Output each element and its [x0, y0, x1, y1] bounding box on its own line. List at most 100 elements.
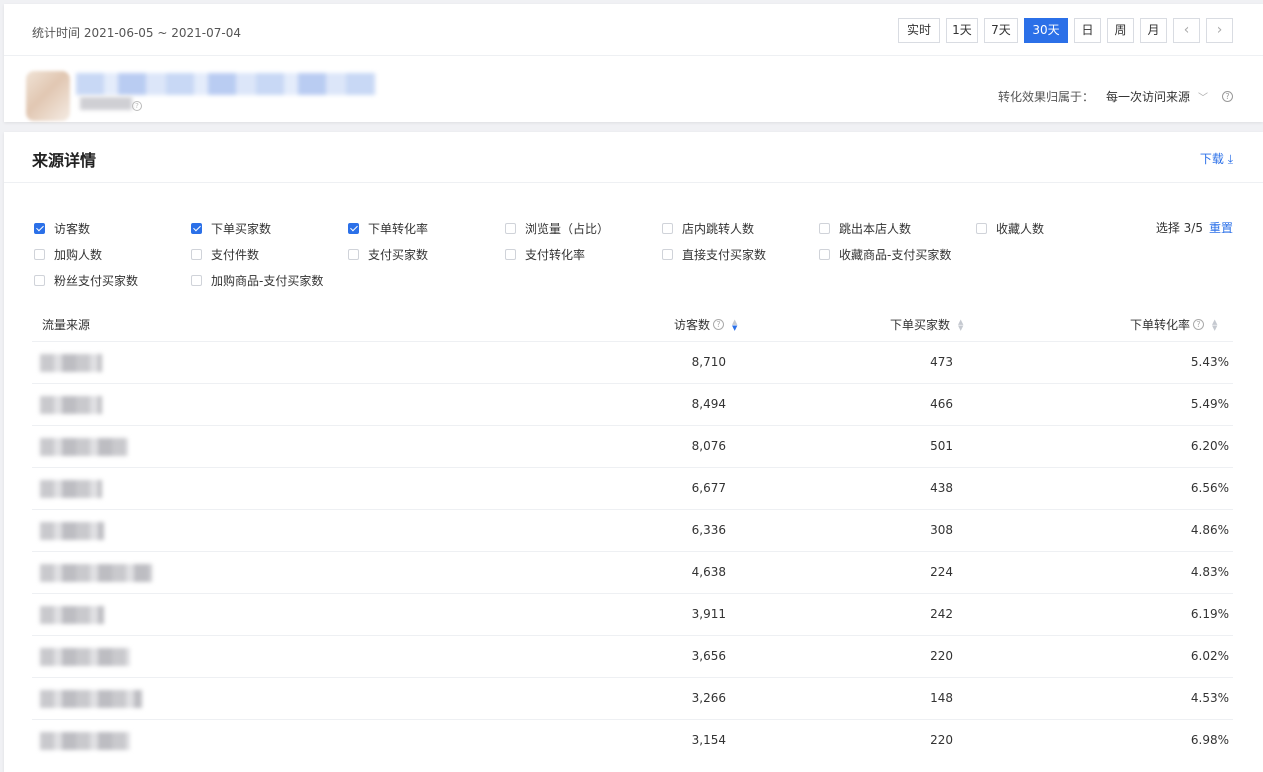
visitors-cell: 3,266 — [691, 691, 726, 705]
metric-checkbox[interactable]: 支付买家数 — [348, 246, 428, 263]
download-button[interactable]: 下载 ⤓ — [1200, 150, 1233, 167]
column-header-buyers[interactable]: 下单买家数 ▲ ▼ — [890, 316, 963, 333]
checkbox-icon[interactable] — [191, 249, 202, 260]
metric-label: 跳出本店人数 — [839, 222, 912, 236]
sort-icon[interactable]: ▲ ▼ — [732, 318, 737, 331]
source-name-redacted[interactable] — [40, 480, 102, 498]
metric-checkbox[interactable]: 收藏人数 — [976, 220, 1044, 237]
help-icon[interactable]: ? — [713, 319, 725, 330]
help-icon[interactable]: ? — [1193, 319, 1205, 330]
period-realtime-button[interactable]: 实时 — [898, 18, 940, 43]
period-30day-button[interactable]: 30天 — [1024, 18, 1068, 43]
period-7day-button[interactable]: 7天 — [984, 18, 1018, 43]
source-detail-card: 来源详情 下载 ⤓ 访客数 下单买家数 下单转化率 浏览量（占比） 店内跳转人数… — [4, 132, 1263, 772]
table-row: 4,638 224 4.83% — [32, 551, 1233, 593]
checkbox-icon[interactable] — [662, 223, 673, 234]
checkbox-icon[interactable] — [976, 223, 987, 234]
sort-icon[interactable]: ▲ ▼ — [958, 318, 963, 331]
checkbox-icon[interactable] — [34, 275, 45, 286]
checkbox-icon[interactable] — [662, 249, 673, 260]
table-row: 8,494 466 5.49% — [32, 383, 1233, 425]
metric-checkbox[interactable]: 访客数 — [34, 220, 90, 237]
column-label[interactable]: 下单转化率 — [1130, 316, 1190, 333]
rate-cell: 6.02% — [1190, 649, 1229, 663]
chevron-left-icon[interactable]: ‹ — [1173, 18, 1200, 43]
metric-label: 直接支付买家数 — [682, 248, 767, 262]
table-row: 3,911 242 6.19% — [32, 593, 1233, 635]
metric-checkbox[interactable]: 下单买家数 — [191, 220, 271, 237]
selection-info: 选择 3/5 重置 — [1156, 219, 1233, 236]
checkbox-icon[interactable] — [348, 249, 359, 260]
source-name-redacted[interactable] — [40, 396, 102, 414]
metric-checkbox[interactable]: 店内跳转人数 — [662, 220, 754, 237]
chevron-right-icon[interactable]: › — [1206, 18, 1233, 43]
metric-checkbox[interactable]: 支付转化率 — [505, 246, 585, 263]
download-label[interactable]: 下载 — [1200, 152, 1224, 166]
checkbox-icon[interactable] — [819, 249, 830, 260]
period-1day-button[interactable]: 1天 — [946, 18, 978, 43]
rate-cell: 6.56% — [1190, 481, 1229, 495]
visitors-cell: 8,076 — [691, 439, 726, 453]
metric-label: 下单转化率 — [368, 222, 429, 236]
checkbox-icon[interactable] — [34, 223, 45, 234]
source-name-redacted[interactable] — [40, 690, 142, 708]
checkbox-icon[interactable] — [348, 223, 359, 234]
chevron-down-icon[interactable]: ﹀ — [1198, 89, 1208, 104]
metric-checkbox[interactable]: 支付件数 — [191, 246, 259, 263]
checkbox-icon[interactable] — [191, 275, 202, 286]
checkbox-icon[interactable] — [505, 249, 516, 260]
metric-checkbox[interactable]: 跳出本店人数 — [819, 220, 911, 237]
reset-button[interactable]: 重置 — [1209, 221, 1233, 235]
source-name-redacted[interactable] — [40, 564, 152, 582]
help-icon[interactable]: ? — [132, 101, 142, 111]
attribution-label: 转化效果归属于： — [997, 90, 1094, 104]
buyers-cell: 501 — [930, 439, 953, 453]
metric-label: 访客数 — [54, 222, 91, 236]
section-title: 来源详情 — [32, 151, 97, 170]
table-row: 8,710 473 5.43% — [32, 341, 1233, 383]
metric-checkbox[interactable]: 下单转化率 — [348, 220, 428, 237]
checkbox-icon[interactable] — [191, 223, 202, 234]
download-icon[interactable]: ⤓ — [1228, 152, 1233, 166]
metric-label: 店内跳转人数 — [682, 222, 755, 236]
metric-label: 加购人数 — [54, 248, 103, 262]
period-day-button[interactable]: 日 — [1074, 18, 1101, 43]
metric-checkbox[interactable]: 粉丝支付买家数 — [34, 272, 138, 289]
checkbox-icon[interactable] — [505, 223, 516, 234]
sort-icon[interactable]: ▲ ▼ — [1212, 318, 1217, 331]
metric-label: 支付件数 — [211, 248, 260, 262]
period-week-button[interactable]: 周 — [1107, 18, 1134, 43]
visitors-cell: 8,710 — [691, 355, 726, 369]
source-name-redacted[interactable] — [40, 606, 104, 624]
checkbox-icon[interactable] — [34, 249, 45, 260]
source-name-redacted[interactable] — [40, 354, 102, 372]
checkbox-icon[interactable] — [819, 223, 830, 234]
metric-checkbox[interactable]: 加购商品-支付买家数 — [191, 272, 323, 289]
source-name-redacted[interactable] — [40, 522, 104, 540]
metric-checkbox[interactable]: 直接支付买家数 — [662, 246, 766, 263]
source-name-redacted[interactable] — [40, 732, 130, 750]
period-selector: 实时 1天 7天 30天 日 周 月 ‹ › — [892, 18, 1233, 43]
buyers-cell: 220 — [930, 649, 953, 663]
visitors-cell: 3,911 — [691, 607, 726, 621]
attribution-selector[interactable]: 转化效果归属于： 每一次访问来源 ﹀ ? — [998, 88, 1233, 105]
column-header-rate[interactable]: 下单转化率? ▲ ▼ — [1130, 316, 1217, 333]
buyers-cell: 220 — [930, 733, 953, 747]
metric-checkbox[interactable]: 加购人数 — [34, 246, 102, 263]
buyers-cell: 224 — [930, 565, 953, 579]
period-month-button[interactable]: 月 — [1140, 18, 1167, 43]
visitors-cell: 3,656 — [691, 649, 726, 663]
metric-checkbox[interactable]: 收藏商品-支付买家数 — [819, 246, 951, 263]
attribution-value[interactable]: 每一次访问来源 — [1106, 88, 1190, 105]
help-icon[interactable]: ? — [1222, 91, 1233, 102]
column-header-visitors[interactable]: 访客数? ▲ ▼ — [674, 316, 737, 333]
source-name-redacted[interactable] — [40, 438, 128, 456]
date-range: 统计时间 2021-06-05 ~ 2021-07-04 — [32, 26, 241, 40]
column-header-source: 流量来源 — [42, 316, 90, 333]
table-row: 3,154 220 6.98% — [32, 719, 1233, 761]
rate-cell: 6.98% — [1190, 733, 1229, 747]
metric-checkbox[interactable]: 浏览量（占比） — [505, 220, 609, 237]
column-label[interactable]: 下单买家数 — [890, 316, 950, 333]
source-name-redacted[interactable] — [40, 648, 130, 666]
column-label[interactable]: 访客数 — [674, 316, 710, 333]
